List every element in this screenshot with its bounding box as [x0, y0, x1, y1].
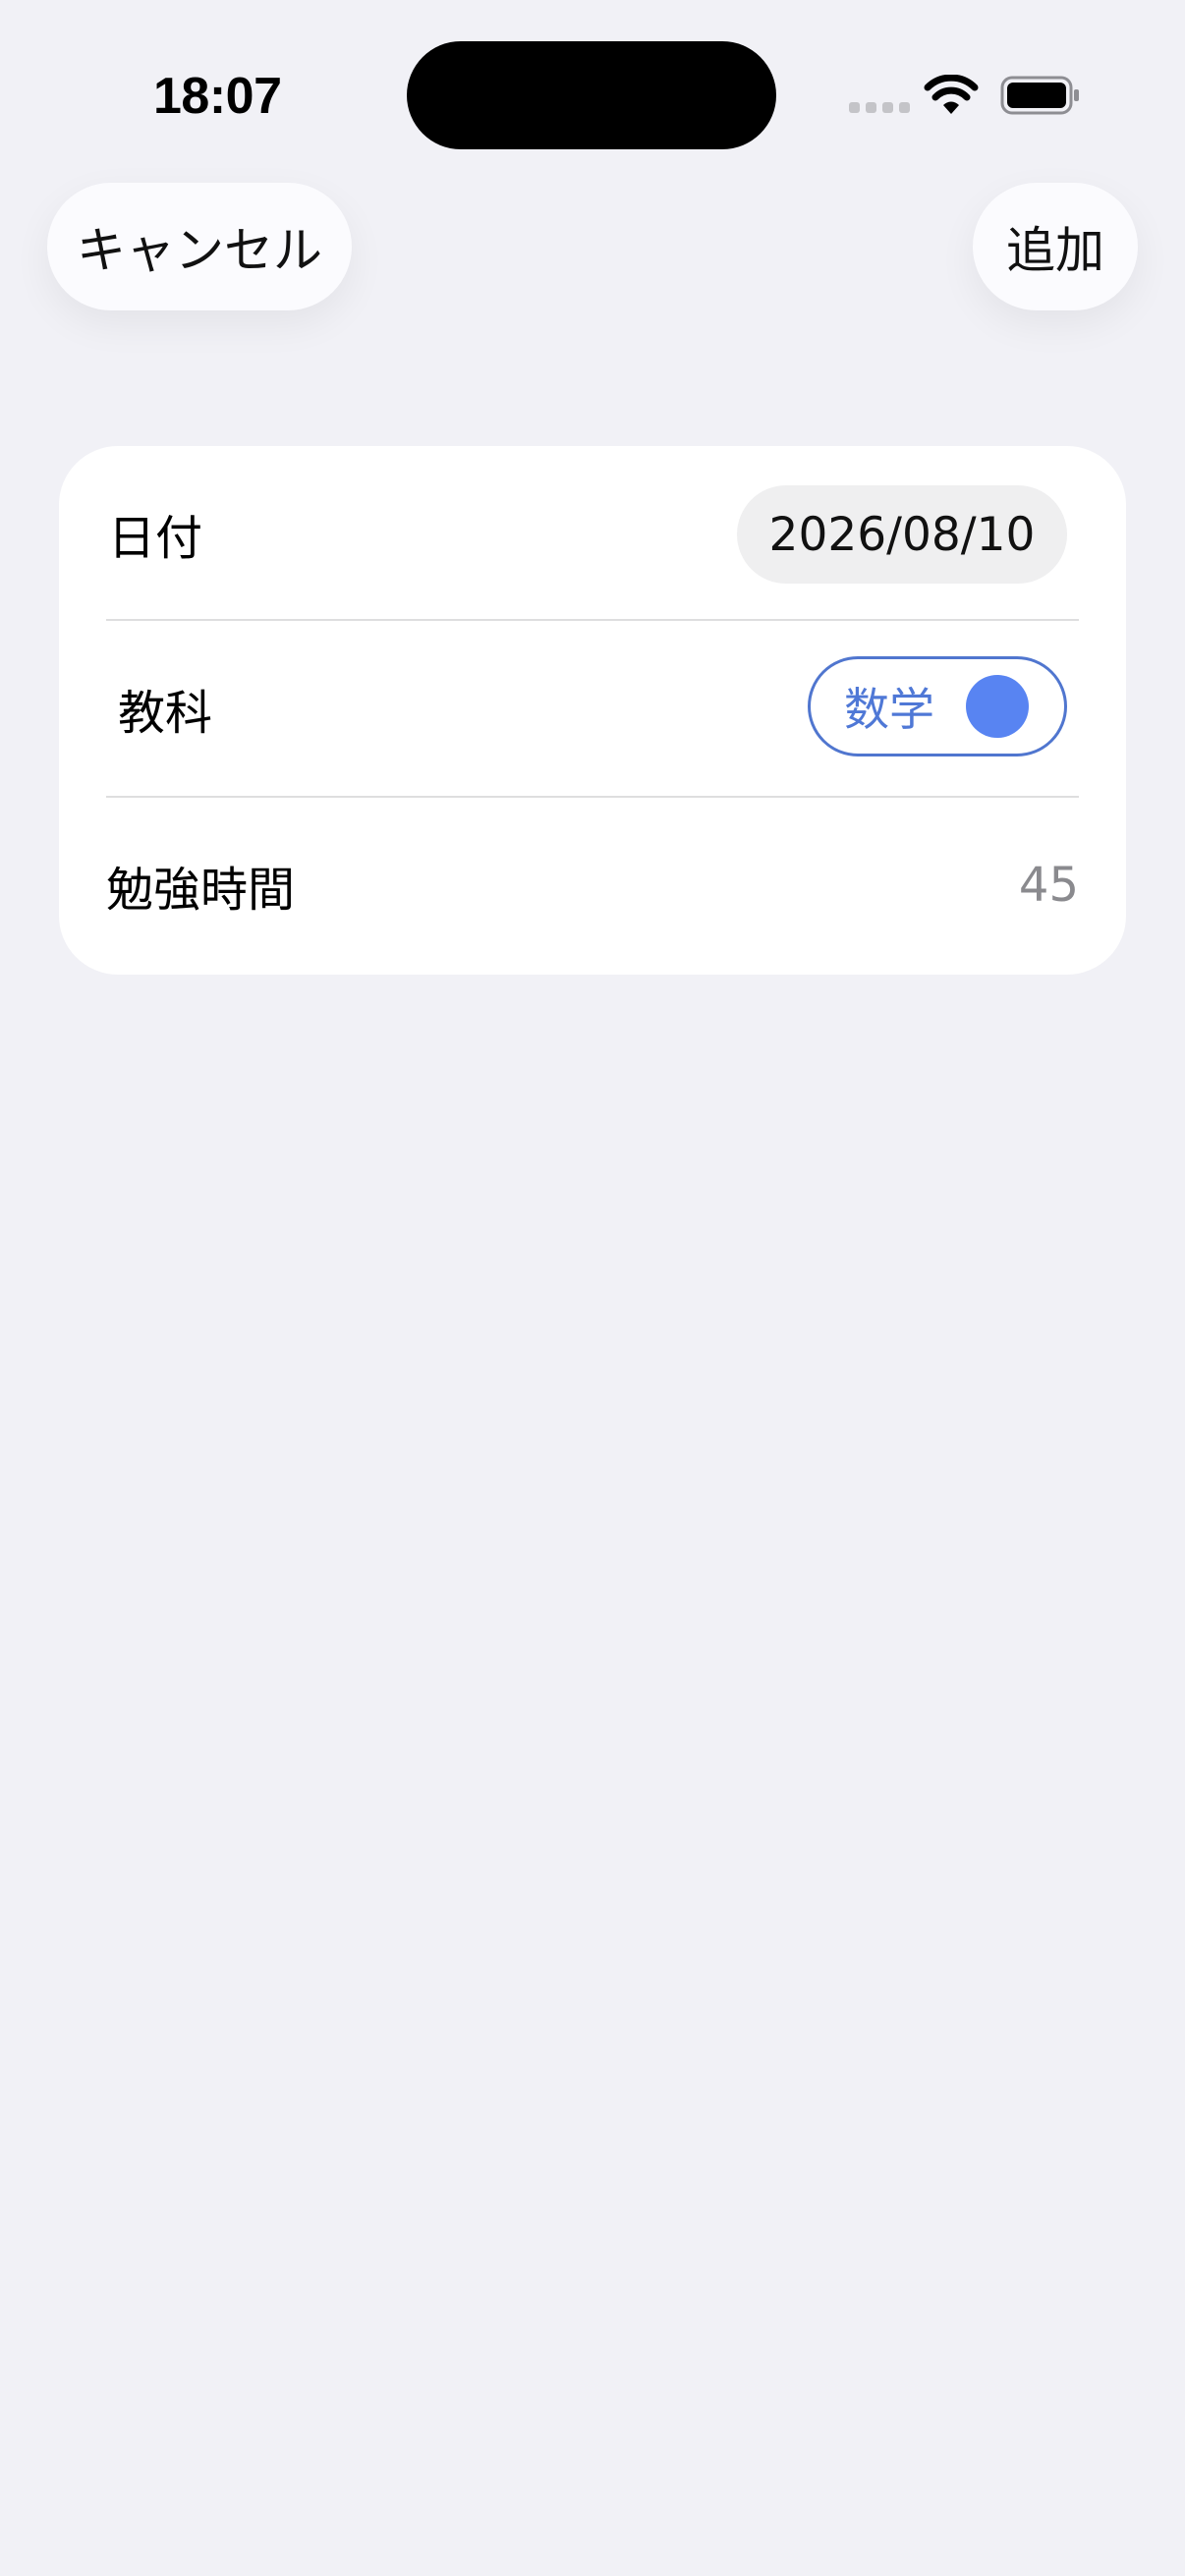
date-label: 日付 [108, 511, 203, 566]
status-time: 18:07 [153, 68, 282, 125]
subject-value: 数学 [844, 683, 934, 736]
duration-row: 勉強時間 45 [59, 798, 1126, 973]
wifi-icon [924, 75, 979, 114]
cancel-button[interactable]: キャンセル [47, 183, 352, 310]
subject-toggle[interactable]: 数学 [808, 656, 1067, 756]
cellular-signal-icon [849, 102, 910, 113]
study-record-form: 日付 2026/08/10 教科 数学 勉強時間 45 [59, 446, 1126, 975]
duration-input[interactable]: 45 [1019, 858, 1079, 913]
toggle-knob [966, 675, 1029, 738]
duration-label: 勉強時間 [106, 863, 296, 918]
add-button[interactable]: 追加 [973, 183, 1138, 310]
dynamic-island [407, 41, 776, 149]
date-row: 日付 2026/08/10 [59, 446, 1126, 621]
battery-icon [1000, 76, 1079, 115]
date-picker[interactable]: 2026/08/10 [737, 485, 1067, 584]
subject-label: 教科 [118, 686, 213, 741]
subject-row: 教科 数学 [59, 621, 1126, 796]
